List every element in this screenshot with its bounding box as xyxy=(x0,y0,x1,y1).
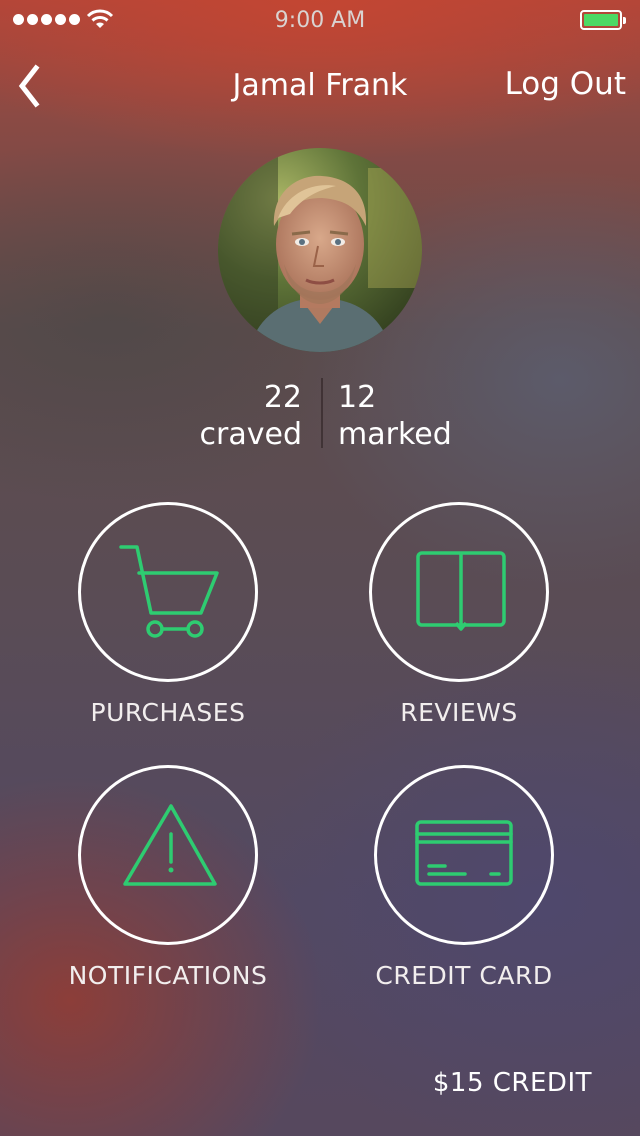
purchases-circle xyxy=(78,502,258,682)
reviews-button[interactable]: REVIEWS xyxy=(329,502,589,742)
craved-label: craved xyxy=(199,417,302,452)
purchases-label: PURCHASES xyxy=(90,698,246,727)
reviews-circle xyxy=(369,502,549,682)
avatar[interactable] xyxy=(218,148,422,352)
nav-bar: Jamal Frank Log Out xyxy=(0,52,640,122)
craved-count: 22 xyxy=(263,380,302,415)
notifications-circle xyxy=(78,765,258,945)
stats-divider xyxy=(321,378,323,448)
credit-card-label: CREDIT CARD xyxy=(375,961,553,990)
profile-photo xyxy=(218,148,422,352)
battery-icon xyxy=(580,10,626,30)
shopping-cart-icon xyxy=(119,545,219,638)
reviews-label: REVIEWS xyxy=(400,698,518,727)
craved-stat[interactable]: 22 craved xyxy=(200,378,302,452)
credit-card-button[interactable]: CREDIT CARD xyxy=(334,765,594,1005)
marked-label: marked xyxy=(338,417,452,452)
chevron-left-icon xyxy=(18,64,40,108)
marked-count: 12 xyxy=(338,380,377,415)
book-icon xyxy=(416,551,506,631)
credit-card-icon xyxy=(415,820,513,886)
back-button[interactable] xyxy=(6,62,54,110)
warning-icon xyxy=(123,804,217,886)
purchases-button[interactable]: PURCHASES xyxy=(38,502,298,742)
notifications-label: NOTIFICATIONS xyxy=(68,961,268,990)
credit-balance[interactable]: $15 CREDIT xyxy=(433,1068,592,1098)
credit-card-circle xyxy=(374,765,554,945)
notifications-button[interactable]: NOTIFICATIONS xyxy=(38,765,298,1005)
profile-stats: 22 craved 12 marked xyxy=(0,378,640,458)
status-time: 9:00 AM xyxy=(274,8,366,33)
marked-stat[interactable]: 12 marked xyxy=(338,378,452,452)
logout-button[interactable]: Log Out xyxy=(505,66,626,102)
status-bar: 9:00 AM xyxy=(0,0,640,40)
